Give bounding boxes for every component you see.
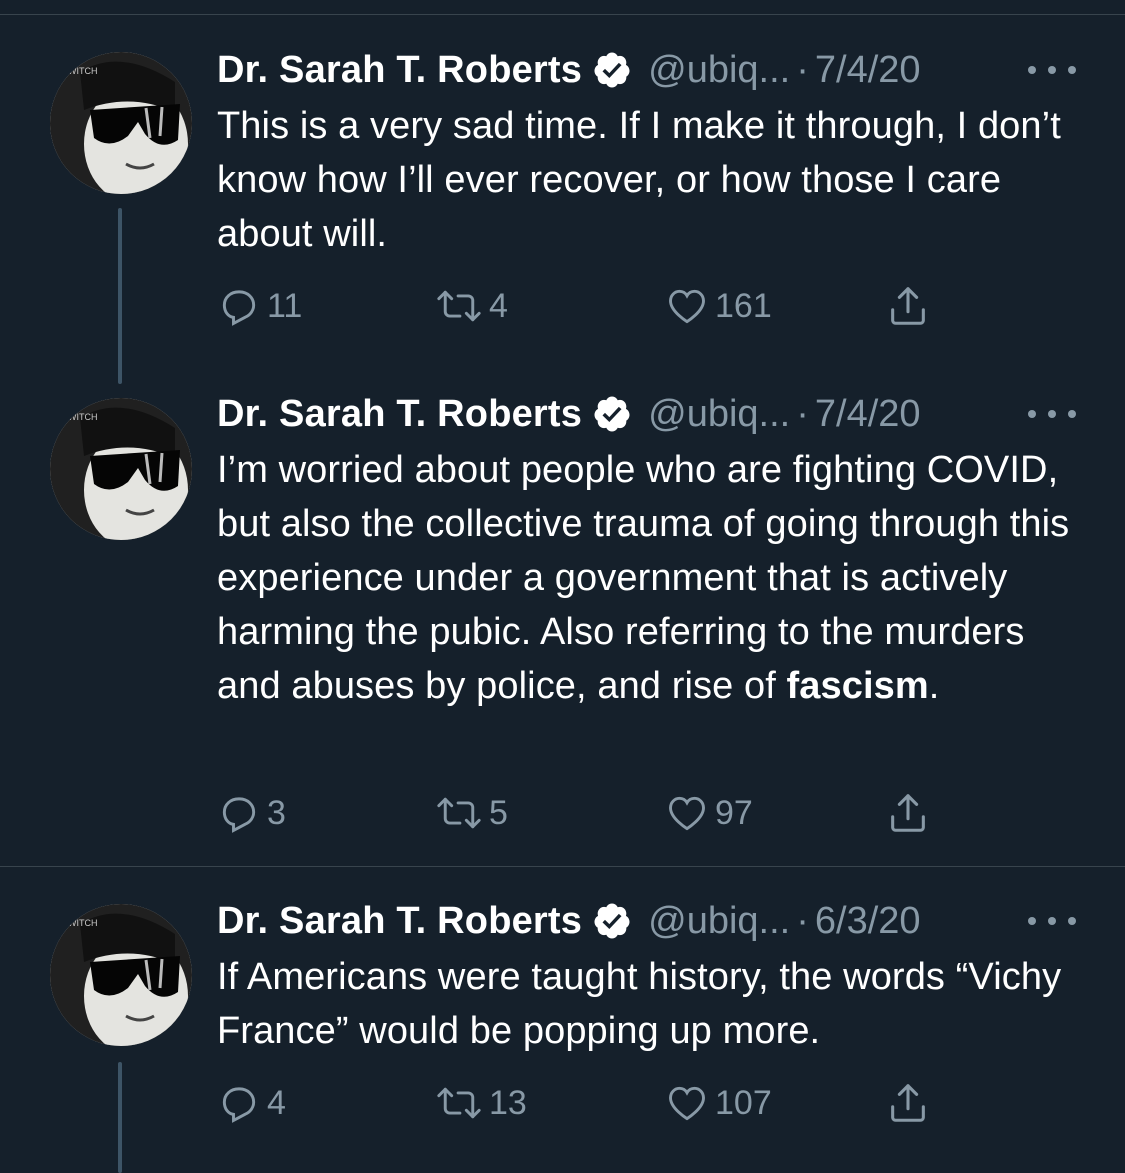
avatar[interactable]: A WITCH	[50, 398, 192, 540]
separator-dot: ·	[796, 900, 809, 942]
more-options-icon[interactable]	[1028, 50, 1076, 90]
author-name[interactable]: Dr. Sarah T. Roberts	[217, 388, 582, 440]
tweet-actions: 3 5 97	[217, 787, 977, 839]
reply-count: 4	[267, 1083, 286, 1122]
verified-badge-icon	[594, 903, 630, 939]
more-options-icon[interactable]	[1028, 901, 1076, 941]
reply-button[interactable]: 3	[217, 787, 286, 839]
avatar-caption: A WITCH	[60, 918, 98, 928]
tweet-date[interactable]: 7/4/20	[815, 44, 921, 96]
tweet-date[interactable]: 7/4/20	[815, 388, 921, 440]
share-button[interactable]	[885, 1077, 931, 1129]
tweet-header: Dr. Sarah T. Roberts @ubiq... · 6/3/20	[217, 895, 921, 947]
tweet-text: This is a very sad time. If I make it th…	[217, 105, 1061, 255]
author-name[interactable]: Dr. Sarah T. Roberts	[217, 895, 582, 947]
avatar-caption: A WITCH	[60, 66, 98, 76]
reply-count: 11	[267, 286, 303, 325]
retweet-icon	[437, 1087, 481, 1119]
author-name[interactable]: Dr. Sarah T. Roberts	[217, 44, 582, 96]
like-count: 161	[715, 286, 772, 325]
retweet-count: 5	[489, 793, 508, 832]
tweet-header: Dr. Sarah T. Roberts @ubiq... · 7/4/20	[217, 388, 921, 440]
tweet-actions: 4 13 107	[217, 1077, 977, 1129]
tweet[interactable]: A WITCH Dr. Sarah T. Roberts @ubiq... · …	[0, 380, 1125, 866]
like-button[interactable]: 161	[665, 280, 772, 332]
separator-dot: ·	[796, 49, 809, 91]
reply-count: 3	[267, 793, 286, 832]
avatar-sunglasses-portrait: A WITCH	[50, 904, 192, 1046]
reply-icon	[222, 290, 256, 326]
share-icon	[891, 287, 925, 325]
retweet-button[interactable]: 4	[435, 280, 508, 332]
like-count: 107	[715, 1083, 772, 1122]
share-icon	[891, 794, 925, 832]
separator-dot: ·	[796, 393, 809, 435]
retweet-icon	[437, 290, 481, 322]
retweet-count: 4	[489, 286, 508, 325]
avatar-caption: A WITCH	[60, 412, 98, 422]
author-handle[interactable]: @ubiq...	[648, 388, 790, 440]
reply-icon	[222, 1087, 256, 1123]
retweet-icon	[437, 797, 481, 829]
like-count: 97	[715, 793, 753, 832]
share-button[interactable]	[885, 787, 931, 839]
like-button[interactable]: 107	[665, 1077, 772, 1129]
heart-icon	[669, 796, 705, 831]
author-handle[interactable]: @ubiq...	[648, 44, 790, 96]
heart-icon	[669, 289, 705, 324]
more-options-icon[interactable]	[1028, 394, 1076, 434]
retweet-button[interactable]: 5	[435, 787, 508, 839]
verified-badge-icon	[594, 396, 630, 432]
tweet-text: If Americans were taught history, the wo…	[217, 956, 1062, 1052]
avatar[interactable]: A WITCH	[50, 52, 192, 194]
like-button[interactable]: 97	[665, 787, 753, 839]
reply-icon	[222, 797, 256, 833]
retweet-count: 13	[489, 1083, 527, 1122]
reply-button[interactable]: 4	[217, 1077, 286, 1129]
retweet-button[interactable]: 13	[435, 1077, 527, 1129]
verified-badge-icon	[594, 52, 630, 88]
avatar-sunglasses-portrait: A WITCH	[50, 52, 192, 194]
author-handle[interactable]: @ubiq...	[648, 895, 790, 947]
tweet[interactable]: A WITCH Dr. Sarah T. Roberts @ubiq... · …	[0, 0, 1125, 380]
share-icon	[891, 1084, 925, 1122]
avatar[interactable]: A WITCH	[50, 904, 192, 1046]
heart-icon	[669, 1086, 705, 1121]
tweet-text: I’m worried about people who are fightin…	[217, 449, 1070, 707]
tweet-header: Dr. Sarah T. Roberts @ubiq... · 7/4/20	[217, 44, 921, 96]
avatar-sunglasses-portrait: A WITCH	[50, 398, 192, 540]
tweet[interactable]: A WITCH Dr. Sarah T. Roberts @ubiq... · …	[0, 867, 1125, 1173]
share-button[interactable]	[885, 280, 931, 332]
tweet-date[interactable]: 6/3/20	[815, 895, 921, 947]
tweet-actions: 11 4 161	[217, 280, 977, 332]
reply-button[interactable]: 11	[217, 280, 302, 332]
